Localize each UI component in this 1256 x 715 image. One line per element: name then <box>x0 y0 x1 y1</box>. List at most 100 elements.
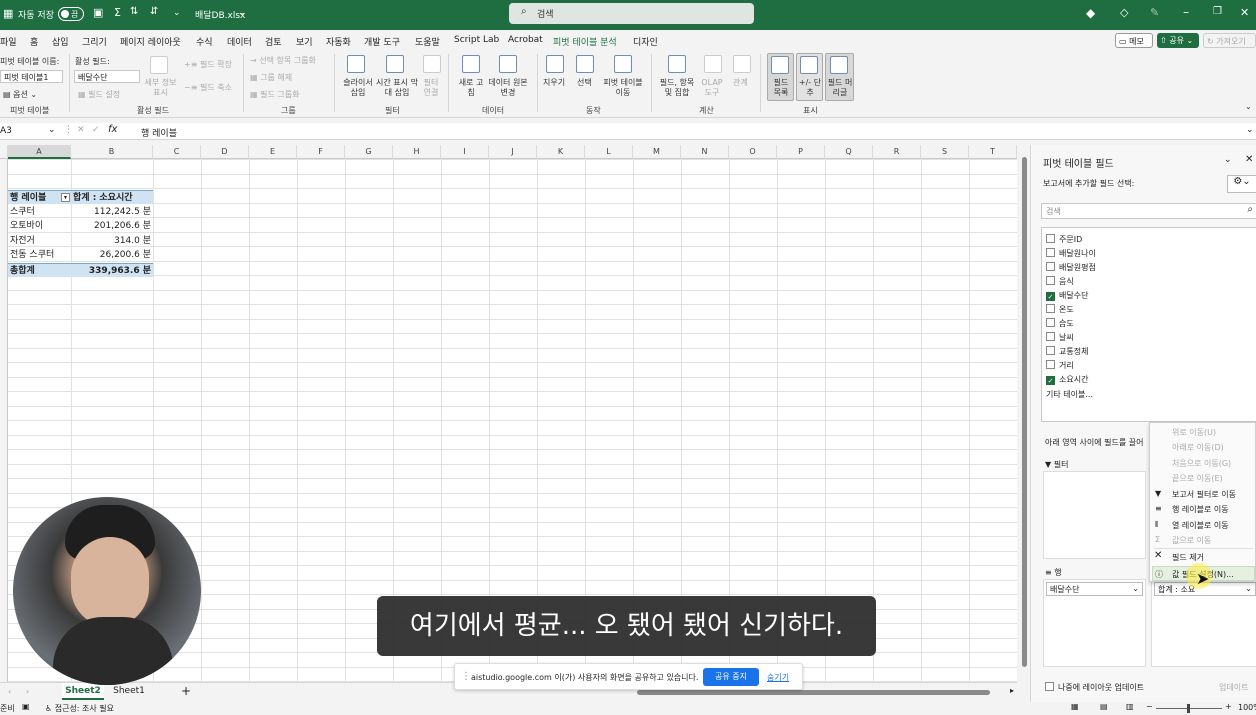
cancel-icon[interactable]: ✕ <box>77 125 85 135</box>
timeline-button[interactable]: 시간 표시 막대 삽입 <box>376 78 418 98</box>
col-header-d[interactable]: D <box>201 145 249 159</box>
vertical-scroll-thumb[interactable] <box>1022 157 1027 667</box>
add-sheet-icon[interactable]: + <box>181 684 191 698</box>
menu-remove-field[interactable]: 필드 제거 <box>1172 552 1204 563</box>
pivot-row-label[interactable]: 스쿠터 <box>10 205 35 219</box>
col-header-q[interactable]: Q <box>825 145 873 159</box>
change-source-button[interactable]: 데이터 원본 변경 <box>486 78 530 98</box>
drag-handle-icon[interactable]: ⋮ <box>461 671 471 682</box>
qat-more-icon[interactable]: ⌄ <box>173 8 181 18</box>
slicer-icon[interactable] <box>347 55 365 73</box>
timeline-icon[interactable] <box>386 55 404 73</box>
next-sheet-icon[interactable]: › <box>26 687 29 696</box>
slicer-button[interactable]: 슬라이서 삽입 <box>340 78 376 98</box>
memo-button[interactable]: ▭ 메모 <box>1115 33 1153 48</box>
tab-data[interactable]: 데이터 <box>227 35 252 48</box>
sum-icon[interactable]: Σ <box>114 6 121 19</box>
stop-sharing-button[interactable]: 공유 중지 <box>703 668 759 686</box>
col-header-j[interactable]: J <box>489 145 537 159</box>
filter-connection-button[interactable]: 필터 연결 <box>420 78 442 98</box>
search-input[interactable]: ⌕ 검색 <box>509 3 754 24</box>
drill-down-button[interactable]: 세부 정보 표시 <box>143 78 178 98</box>
col-header-s[interactable]: S <box>921 145 969 159</box>
group-selection-button[interactable]: → 선택 항목 그룹화 <box>250 56 316 66</box>
tab-acrobat[interactable]: Acrobat <box>508 35 543 45</box>
field-item[interactable]: 음식 <box>1046 276 1074 287</box>
save-icon[interactable]: ▦ <box>3 7 13 20</box>
ungroup-button[interactable]: ▦ 그룹 해제 <box>250 73 292 83</box>
name-box-chevron-icon[interactable]: ⌄ <box>48 125 56 135</box>
rows-area-item[interactable]: 배달수단 ⌄ <box>1046 582 1143 596</box>
collapse-field-button[interactable]: −≡ 필드 축소 <box>184 83 232 93</box>
panel-options-chevron-icon[interactable]: ⌄ <box>1224 155 1232 165</box>
row-headers[interactable] <box>0 159 8 682</box>
pivot-name-input[interactable]: 피벗 테이블1 <box>0 70 63 83</box>
pivot-row-value[interactable]: 26,200.6 분 <box>71 248 151 262</box>
field-item[interactable]: 습도 <box>1046 318 1074 329</box>
select-button[interactable]: 선택 <box>577 78 592 88</box>
chevron-down-icon[interactable]: ⌄ <box>238 8 246 18</box>
pivot-row-value[interactable]: 112,242.5 분 <box>71 205 151 219</box>
col-header-l[interactable]: L <box>585 145 633 159</box>
col-header-h[interactable]: H <box>393 145 441 159</box>
pivot-total-value[interactable]: 339,963.6 분 <box>71 263 153 277</box>
tab-formulas[interactable]: 수식 <box>196 35 213 48</box>
panel-search-input[interactable]: 검색 ⌕ <box>1041 203 1256 219</box>
page-layout-view-icon[interactable]: ▤ <box>1100 702 1108 711</box>
tab-automate[interactable]: 자동화 <box>326 35 351 48</box>
fx-icon[interactable]: fx <box>108 124 117 135</box>
relations-button[interactable]: 관계 <box>733 78 748 88</box>
pivot-row-label[interactable]: 오토바이 <box>10 219 43 233</box>
clear-icon[interactable] <box>546 55 564 73</box>
accessibility-status[interactable]: ♿ 접근성: 조사 필요 <box>45 703 114 714</box>
scroll-right-icon[interactable]: ▸ <box>1010 686 1014 695</box>
options-button[interactable]: ▤ 옵션 ⌄ <box>3 90 37 100</box>
horizontal-scroll-thumb[interactable] <box>637 690 990 695</box>
col-header-n[interactable]: N <box>681 145 729 159</box>
pivot-row-value[interactable]: 201,206.6 분 <box>71 219 151 233</box>
restore-icon[interactable]: ❐ <box>1213 6 1222 17</box>
change-source-icon[interactable] <box>499 55 517 73</box>
prev-sheet-icon[interactable]: ‹ <box>8 687 11 696</box>
filter-connection-icon[interactable] <box>423 55 441 73</box>
menu-move-up[interactable]: 위로 이동(U) <box>1172 427 1216 438</box>
col-header-g[interactable]: G <box>345 145 393 159</box>
field-item[interactable]: 날씨 <box>1046 332 1074 343</box>
field-item[interactable]: 거리 <box>1046 360 1074 371</box>
tab-draw[interactable]: 그리기 <box>82 35 107 48</box>
col-header-k[interactable]: K <box>537 145 585 159</box>
col-header-o[interactable]: O <box>729 145 777 159</box>
disk-icon[interactable]: ▣ <box>93 6 103 19</box>
menu-move-down[interactable]: 아래로 이동(D) <box>1172 442 1224 453</box>
row-label-filter-icon[interactable]: ▾ <box>61 193 70 202</box>
tab-help[interactable]: 도움말 <box>415 35 440 48</box>
move-pivot-icon[interactable] <box>614 55 632 73</box>
tab-script-lab[interactable]: Script Lab <box>454 35 499 45</box>
relations-icon[interactable] <box>733 55 751 73</box>
hide-button[interactable]: 숨기기 <box>767 672 789 683</box>
col-header-r[interactable]: R <box>873 145 921 159</box>
tab-review[interactable]: 검토 <box>265 35 282 48</box>
more-tables-link[interactable]: 기타 테이블... <box>1046 389 1093 400</box>
field-item[interactable]: 배달원나이 <box>1046 248 1096 259</box>
pivot-row-header-cell[interactable]: 행 레이블 ▾ <box>8 190 71 204</box>
macro-icon[interactable]: ▣ <box>22 702 30 711</box>
values-area[interactable]: 합계 : 소요 ⌄ <box>1151 579 1256 667</box>
expand-field-button[interactable]: +≡ 필드 확장 <box>184 60 232 70</box>
col-header-c[interactable]: C <box>153 145 201 159</box>
field-item[interactable]: 배달원평점 <box>1046 262 1096 273</box>
drill-down-icon[interactable] <box>150 56 168 74</box>
panel-close-icon[interactable]: ✕ <box>1245 154 1253 165</box>
sort-icon[interactable]: ⇅ <box>130 6 138 17</box>
close-icon[interactable]: ✕ <box>1240 6 1249 19</box>
pivot-row-value[interactable]: 314.0 분 <box>71 234 151 248</box>
defer-update-checkbox[interactable]: 나중에 레이아웃 업데이트 <box>1045 682 1144 693</box>
enter-icon[interactable]: ✓ <box>92 125 100 135</box>
active-field-input[interactable]: 배달수단 <box>74 70 140 83</box>
pivot-row-label[interactable]: 전동 스쿠터 <box>10 248 54 262</box>
zoom-out-icon[interactable]: − <box>1146 702 1153 711</box>
tab-page-layout[interactable]: 페이지 레이아웃 <box>120 35 181 48</box>
olap-icon[interactable] <box>704 55 722 73</box>
menu-move-to-filter[interactable]: 보고서 필터로 이동 <box>1172 489 1236 500</box>
group-field-button[interactable]: ▦ 필드 그룹화 <box>250 90 299 100</box>
